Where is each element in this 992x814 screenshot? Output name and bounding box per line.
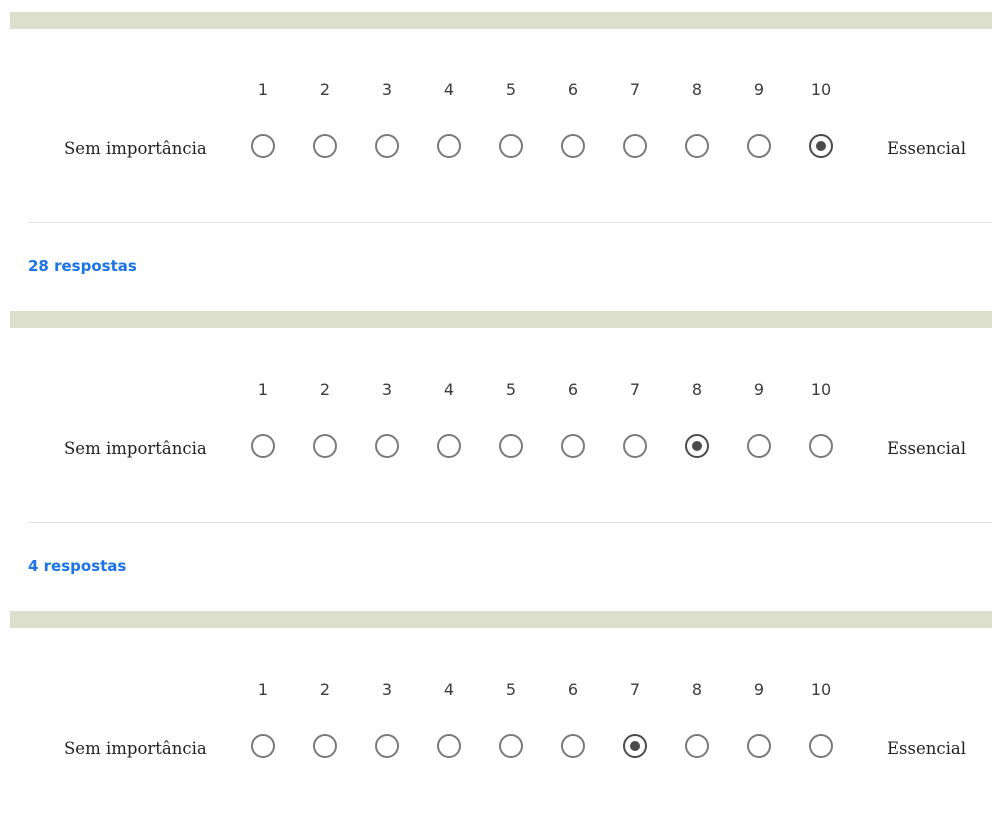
scale-radio-option-1[interactable] (251, 434, 275, 458)
scale-number: 2 (319, 80, 331, 99)
scale-radio-option-2[interactable] (313, 734, 337, 758)
divider (28, 522, 992, 523)
scale-number: 7 (629, 680, 641, 699)
scale-high-label: Essencial (887, 739, 967, 758)
scale-radio-option-9[interactable] (747, 434, 771, 458)
scale-high-label: Essencial (887, 439, 967, 458)
scale-radio-option-10[interactable] (809, 734, 833, 758)
scale-number: 9 (753, 80, 765, 99)
scale-radio-option-6[interactable] (561, 134, 585, 158)
scale-number: 10 (810, 80, 832, 99)
scale-number: 5 (505, 680, 517, 699)
scale-radio-option-5[interactable] (499, 434, 523, 458)
scale-number: 4 (443, 680, 455, 699)
section-header-band (10, 611, 992, 628)
scale-number: 8 (691, 380, 703, 399)
scale-radio-option-2[interactable] (313, 434, 337, 458)
scale-number: 6 (567, 80, 579, 99)
scale-radio-option-2[interactable] (313, 134, 337, 158)
scale-number: 3 (381, 80, 393, 99)
scale-number: 4 (443, 380, 455, 399)
scale-radio-option-6[interactable] (561, 434, 585, 458)
scale-number: 7 (629, 380, 641, 399)
scale-number: 1 (257, 380, 269, 399)
scale-radio-option-7[interactable] (623, 734, 647, 758)
scale-number: 1 (257, 680, 269, 699)
scale-number: 2 (319, 380, 331, 399)
scale-number: 6 (567, 680, 579, 699)
scale-radio-option-5[interactable] (499, 134, 523, 158)
scale-radio-option-3[interactable] (375, 734, 399, 758)
scale-number: 2 (319, 680, 331, 699)
scale-radio-option-4[interactable] (437, 734, 461, 758)
scale-low-label: Sem importância (64, 439, 207, 458)
scale-radio-option-6[interactable] (561, 734, 585, 758)
scale-low-label: Sem importância (64, 139, 207, 158)
scale-radio-option-7[interactable] (623, 434, 647, 458)
radio-selected-dot (630, 741, 640, 751)
scale-number: 9 (753, 380, 765, 399)
linear-scale-question-3: Sem importância Essencial 1 2 3 4 5 6 7 8 9 10 (0, 680, 992, 790)
scale-radio-option-1[interactable] (251, 134, 275, 158)
scale-number: 10 (810, 680, 832, 699)
scale-number: 3 (381, 680, 393, 699)
section-header-band (10, 12, 992, 29)
response-count-link[interactable]: 28 respostas (28, 256, 137, 276)
scale-radio-option-8[interactable] (685, 134, 709, 158)
scale-number: 9 (753, 680, 765, 699)
linear-scale-question-2: Sem importância Essencial 1 2 3 4 5 6 7 8 9 10 (0, 380, 992, 490)
scale-high-label: Essencial (887, 139, 967, 158)
scale-number: 5 (505, 80, 517, 99)
scale-number: 6 (567, 380, 579, 399)
scale-number: 5 (505, 380, 517, 399)
scale-radio-option-4[interactable] (437, 434, 461, 458)
scale-radio-option-10[interactable] (809, 134, 833, 158)
scale-radio-option-8[interactable] (685, 734, 709, 758)
scale-radio-option-1[interactable] (251, 734, 275, 758)
scale-number: 8 (691, 80, 703, 99)
radio-selected-dot (692, 441, 702, 451)
scale-radio-option-9[interactable] (747, 134, 771, 158)
scale-radio-option-10[interactable] (809, 434, 833, 458)
section-header-band (10, 311, 992, 328)
scale-number: 10 (810, 380, 832, 399)
scale-low-label: Sem importância (64, 739, 207, 758)
scale-number: 3 (381, 380, 393, 399)
scale-radio-option-4[interactable] (437, 134, 461, 158)
scale-radio-option-7[interactable] (623, 134, 647, 158)
scale-number: 8 (691, 680, 703, 699)
scale-radio-option-5[interactable] (499, 734, 523, 758)
radio-selected-dot (816, 141, 826, 151)
divider (28, 222, 992, 223)
scale-radio-option-9[interactable] (747, 734, 771, 758)
scale-number: 7 (629, 80, 641, 99)
scale-radio-option-8[interactable] (685, 434, 709, 458)
scale-radio-option-3[interactable] (375, 434, 399, 458)
scale-number: 1 (257, 80, 269, 99)
response-count-link[interactable]: 4 respostas (28, 556, 126, 576)
linear-scale-question-1: Sem importância Essencial 1 2 3 4 5 6 7 8 9 10 (0, 80, 992, 190)
scale-radio-option-3[interactable] (375, 134, 399, 158)
scale-number: 4 (443, 80, 455, 99)
